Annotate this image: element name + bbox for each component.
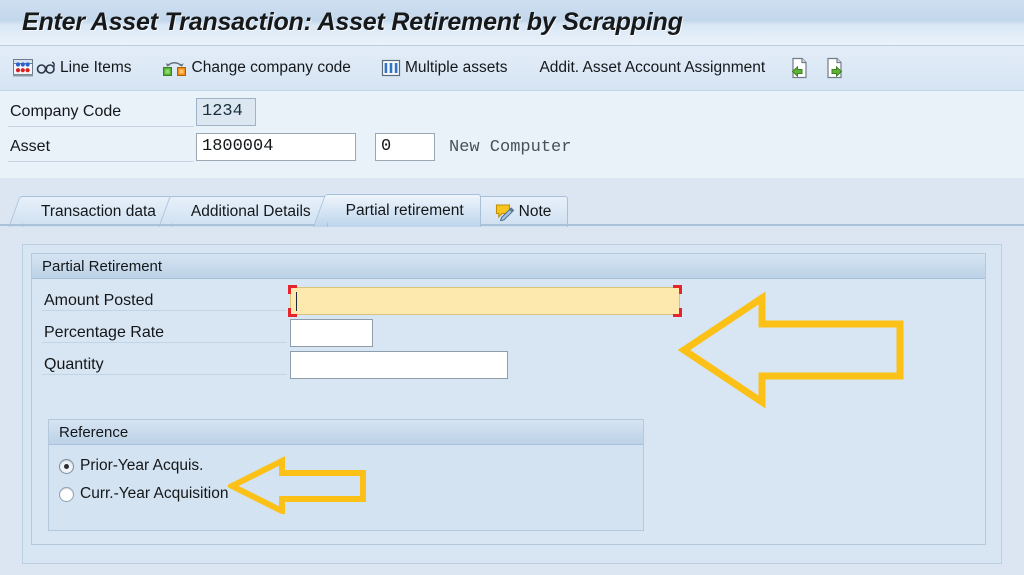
radio-curr-year-acquisition[interactable]: Curr.-Year Acquisition xyxy=(59,482,228,506)
tab-content-partial-retirement: Partial Retirement Amount Posted Percent… xyxy=(0,230,1024,575)
focus-corner-bottom-right xyxy=(673,308,682,317)
toolbar-button-line-items[interactable]: Line Items xyxy=(8,52,138,84)
content-panel: Partial Retirement Amount Posted Percent… xyxy=(22,244,1002,564)
company-code-label: Company Code xyxy=(10,103,122,120)
label-percentage-rate: Percentage Rate xyxy=(44,324,165,341)
asset-number-field[interactable]: 1800004 xyxy=(196,133,356,161)
header-key-fields: Company Code 1234 Asset 1800004 0 New Co… xyxy=(0,91,1024,178)
radio-prior-year-acquisition[interactable]: Prior-Year Acquis. xyxy=(59,454,204,478)
radio-label-curr-year: Curr.-Year Acquisition xyxy=(80,485,229,502)
focus-corner-top-right xyxy=(673,285,682,294)
radio-button-curr-year[interactable] xyxy=(59,486,74,502)
group-reference: Reference Prior-Year Acquis. Curr.-Year … xyxy=(48,419,644,531)
group-title-reference: Reference xyxy=(59,423,129,441)
group-title-partial-retirement: Partial Retirement xyxy=(42,257,163,275)
header-divider-2 xyxy=(8,161,194,162)
company-code-field[interactable]: 1234 xyxy=(196,98,256,126)
tab-label-additional-details: Additional Details xyxy=(190,203,311,220)
tab-strip: Transaction data Additional Details Part… xyxy=(0,178,1024,228)
toolbar-label-change-company-code: Change company code xyxy=(191,59,351,76)
document-import-icon xyxy=(787,56,811,80)
document-export-icon xyxy=(823,56,847,80)
tab-note[interactable]: Note xyxy=(479,196,569,227)
multiple-assets-icon xyxy=(381,58,401,78)
toolbar-label-line-items: Line Items xyxy=(60,59,132,76)
tab-label-transaction-data: Transaction data xyxy=(41,203,156,220)
line-items-icon xyxy=(12,58,34,78)
toolbar-button-multiple-assets[interactable]: Multiple assets xyxy=(377,52,514,84)
tab-strip-underline xyxy=(0,224,1024,226)
toolbar-label-multiple-assets: Multiple assets xyxy=(404,59,508,76)
toolbar-button-document-export[interactable] xyxy=(819,52,853,84)
row-quantity: Quantity xyxy=(32,348,508,382)
application-toolbar: Line Items Change company code Multiple … xyxy=(0,46,1024,91)
group-header-reference: Reference xyxy=(49,420,643,445)
input-quantity[interactable] xyxy=(290,351,508,379)
row-amount-posted: Amount Posted xyxy=(32,284,682,318)
group-partial-retirement: Partial Retirement Amount Posted Percent… xyxy=(31,253,986,545)
tab-label-note: Note xyxy=(518,203,552,220)
row-percentage-rate: Percentage Rate xyxy=(32,316,373,350)
tab-transaction-data[interactable]: Transaction data xyxy=(22,196,173,227)
label-amount-posted: Amount Posted xyxy=(44,292,154,309)
toolbar-label-addit-asset-account-assignment: Addit. Asset Account Assignment xyxy=(539,59,766,76)
company-code-row: Company Code 1234 xyxy=(0,98,256,126)
group-header-partial-retirement: Partial Retirement xyxy=(32,254,985,279)
radio-label-prior-year: Prior-Year Acquis. xyxy=(80,457,204,474)
asset-row: Asset 1800004 0 New Computer xyxy=(0,133,571,161)
glasses-icon xyxy=(36,59,56,77)
page-title: Enter Asset Transaction: Asset Retiremen… xyxy=(22,8,683,36)
change-company-code-icon xyxy=(162,58,188,78)
tab-additional-details[interactable]: Additional Details xyxy=(171,196,328,227)
input-amount-posted[interactable] xyxy=(288,285,682,317)
title-bar: Enter Asset Transaction: Asset Retiremen… xyxy=(0,0,1024,46)
asset-subnumber-field[interactable]: 0 xyxy=(375,133,435,161)
tab-label-partial-retirement: Partial retirement xyxy=(345,202,464,219)
header-divider-1 xyxy=(8,126,194,127)
input-percentage-rate[interactable] xyxy=(290,319,373,347)
toolbar-button-document-import[interactable] xyxy=(783,52,817,84)
tab-partial-retirement[interactable]: Partial retirement xyxy=(326,194,481,227)
note-pencil-icon xyxy=(495,203,515,222)
asset-description: New Computer xyxy=(449,137,572,157)
asset-label: Asset xyxy=(10,138,51,155)
sap-transaction-screen: Enter Asset Transaction: Asset Retiremen… xyxy=(0,0,1024,575)
radio-button-prior-year[interactable] xyxy=(59,458,74,474)
toolbar-button-change-company-code[interactable]: Change company code xyxy=(158,52,357,84)
toolbar-button-addit-asset-account-assignment[interactable]: Addit. Asset Account Assignment xyxy=(533,52,771,84)
label-quantity: Quantity xyxy=(44,356,104,373)
focus-corner-top-left xyxy=(288,285,297,294)
